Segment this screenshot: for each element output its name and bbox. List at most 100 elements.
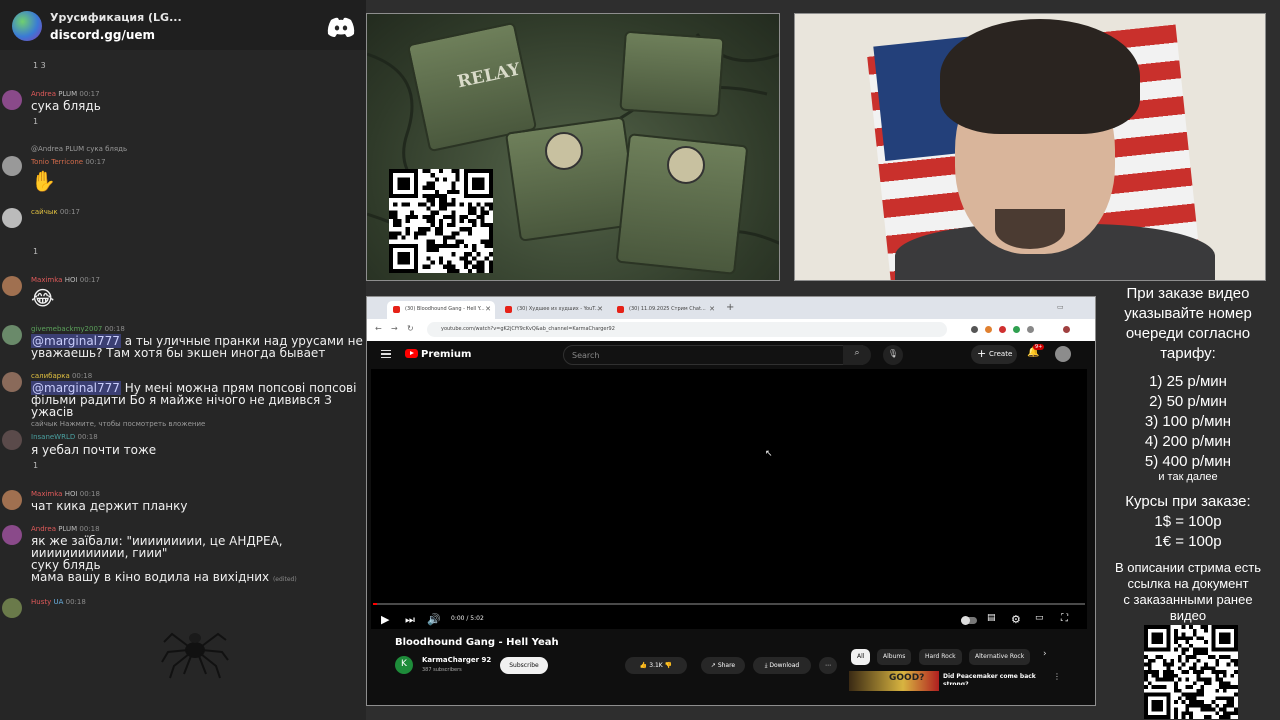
more-vertical-icon[interactable]: ⋮	[1053, 672, 1061, 681]
username: givemebackmy2007 00:18	[31, 325, 125, 333]
message-text: сука блядь	[31, 99, 101, 113]
tab-stream[interactable]: (30) 11.09.2025 Стрим Chat... ✕	[611, 301, 719, 319]
share-button[interactable]: ↗ Share	[701, 657, 745, 674]
back-icon[interactable]: ←	[375, 324, 382, 333]
youtube-brand[interactable]: Premium	[421, 349, 471, 360]
channel-name[interactable]: KarmaCharger 92	[422, 656, 491, 664]
download-button[interactable]: ⤓ Download	[753, 657, 811, 674]
tab-worst[interactable]: (30) Худшее из худших - YouT... ✕	[499, 301, 607, 319]
tab-bar: (30) Bloodhound Gang - Hell Y... ✕ (30) …	[367, 297, 1095, 319]
theater-mode-icon[interactable]: ▭	[1035, 613, 1044, 623]
username: Maximka HOI 00:18	[31, 490, 100, 498]
discord-logo-icon	[327, 17, 355, 37]
account-avatar[interactable]	[1055, 346, 1071, 362]
forward-icon[interactable]: →	[391, 324, 398, 333]
message-text: @marginal777 Ну мені можна прям попсові …	[31, 381, 357, 419]
avatar	[2, 325, 22, 345]
search-icon[interactable]: ⌕	[843, 345, 871, 365]
chat-message: сайчык 00:17 1	[0, 206, 366, 256]
server-icon	[12, 11, 42, 41]
message-reactions[interactable]: 1 3	[33, 61, 46, 70]
tab-bloodhound[interactable]: (30) Bloodhound Gang - Hell Y... ✕	[387, 301, 495, 319]
volume-icon[interactable]: 🔊	[427, 613, 441, 626]
youtube-favicon-icon	[617, 306, 624, 313]
stream-layout: Урусификация (LG... discord.gg/uem 1 3 A…	[0, 0, 1280, 720]
chip-albums[interactable]: Albums	[877, 649, 912, 665]
extension-icon[interactable]	[971, 326, 978, 333]
avatar	[2, 90, 22, 110]
price-line: 4) 200 р/мин	[1144, 433, 1232, 450]
reply-preview[interactable]: сайчык Нажмите, чтобы посмотреть вложени…	[31, 420, 205, 428]
profile-icon[interactable]	[1063, 326, 1070, 333]
message-text: чат кика держит планку	[31, 499, 188, 513]
info-line: с заказанными ранее	[1123, 592, 1253, 607]
subscriber-count: 387 subscribers	[422, 667, 462, 673]
close-tab-icon[interactable]: ✕	[597, 305, 603, 313]
chip-all[interactable]: All	[851, 649, 871, 665]
share-icon: ↗	[710, 662, 716, 669]
autoplay-toggle[interactable]	[961, 616, 977, 625]
server-invite-link[interactable]: discord.gg/uem	[50, 28, 155, 42]
price-line: 3) 100 р/мин	[1144, 413, 1232, 430]
address-bar[interactable]: youtube.com/watch?v=gK2jCfY9cKvQ&ab_chan…	[427, 322, 947, 337]
info-line: ссылка на документ	[1127, 576, 1249, 591]
rate-line: 1$ = 100р	[1154, 513, 1222, 530]
qr-code[interactable]	[1144, 625, 1238, 719]
extension-icon[interactable]	[985, 326, 992, 333]
message-reactions[interactable]: 1	[33, 117, 38, 126]
new-tab-button[interactable]: +	[726, 302, 734, 313]
reply-preview[interactable]: @Andrea PLUM сука блядь	[31, 145, 127, 153]
chip-alternative-rock[interactable]: Alternative Rock	[969, 649, 1031, 665]
subscribe-button[interactable]: Subscribe	[500, 657, 548, 674]
subtitles-icon[interactable]: ▤	[987, 613, 996, 623]
mouse-cursor-icon: ↖	[765, 449, 773, 459]
message-reactions[interactable]: 1	[33, 461, 38, 470]
message-reactions[interactable]: 1	[33, 247, 38, 256]
username: InsaneWRLD 00:18	[31, 433, 98, 441]
close-tab-icon[interactable]: ✕	[709, 305, 715, 313]
more-actions-icon[interactable]: ⋯	[819, 657, 837, 674]
avatar	[2, 430, 22, 450]
username: салибарка 00:18	[31, 372, 93, 380]
recommended-thumbnail[interactable]: GOOD?	[849, 671, 939, 691]
play-icon[interactable]: ▶	[381, 613, 389, 626]
chat-message: @Andrea PLUM сука блядь Tonio Terricone …	[0, 144, 366, 196]
like-dislike-button[interactable]: 👍 3.1K 👎	[625, 657, 687, 674]
channel-avatar[interactable]: K	[395, 656, 413, 674]
search-input[interactable]: Search	[563, 345, 863, 365]
recommended-title[interactable]: Did Peacemaker come back strong?	[943, 673, 1043, 685]
create-button[interactable]: + Create	[971, 345, 1017, 364]
thumbs-down-icon[interactable]: 👎	[665, 662, 672, 669]
extension-icon[interactable]	[1027, 326, 1034, 333]
thumbs-up-icon[interactable]: 👍	[640, 662, 647, 669]
settings-gear-icon[interactable]: ⚙	[1011, 613, 1021, 626]
avatar	[2, 372, 22, 392]
minimize-icon[interactable]: ▭	[1057, 303, 1064, 311]
chip-hard-rock[interactable]: Hard Rock	[919, 649, 962, 665]
next-icon[interactable]: ⏭	[405, 613, 415, 627]
video-player[interactable]: ↖ ▶ ⏭ 🔊 0:00 / 5:02 ▤ ⚙ ▭ ⛶	[371, 369, 1087, 629]
close-tab-icon[interactable]: ✕	[485, 305, 491, 313]
reload-icon[interactable]: ↻	[407, 324, 414, 333]
server-header: Урусификация (LG... discord.gg/uem	[0, 0, 366, 50]
info-line: При заказе видео	[1126, 285, 1250, 302]
price-line: 2) 50 р/мин	[1149, 393, 1227, 410]
message-text: мама вашу в кіно водила на вихідних (edi…	[31, 570, 297, 584]
relay-artwork-panel: RELAY	[366, 13, 780, 281]
fullscreen-icon[interactable]: ⛶	[1061, 613, 1068, 624]
rate-line: 1€ = 100р	[1154, 533, 1222, 550]
info-line: указывайте номер	[1124, 305, 1252, 322]
hamburger-menu-icon[interactable]	[381, 350, 391, 358]
chevron-right-icon[interactable]: ›	[1043, 649, 1047, 659]
username: Maximka HOI 00:17	[31, 276, 100, 284]
rates-heading: Курсы при заказе:	[1125, 493, 1251, 510]
extension-icon[interactable]	[999, 326, 1006, 333]
person-hair	[940, 19, 1140, 134]
chat-message: Maximka HOI 00:18 чат кика держит планку	[0, 488, 366, 516]
youtube-logo-icon[interactable]	[405, 349, 418, 358]
progress-bar[interactable]	[373, 603, 1085, 605]
qr-code[interactable]	[389, 169, 493, 273]
device-box	[619, 30, 725, 118]
microphone-icon[interactable]: 🎙	[883, 345, 903, 365]
extension-icon[interactable]	[1013, 326, 1020, 333]
